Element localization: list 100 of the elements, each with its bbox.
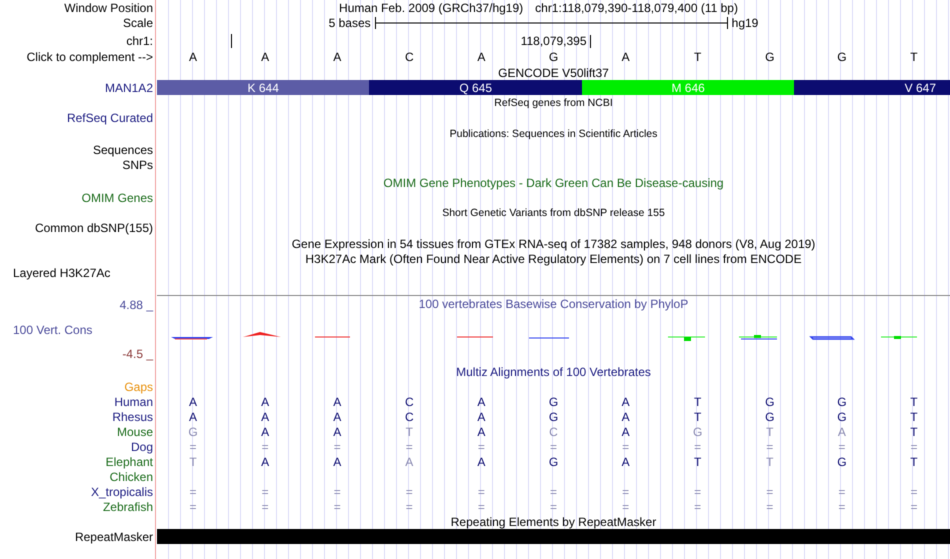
alignment-base: T: [406, 424, 413, 438]
alignment-base: =: [550, 440, 557, 454]
species-label: Zebrafish: [102, 500, 153, 514]
base-letter: G: [837, 50, 847, 64]
alignment-base: A: [477, 454, 486, 468]
repeat-bar[interactable]: [157, 529, 950, 544]
alignment-base: G: [548, 454, 558, 468]
alignment-base: T: [694, 394, 702, 408]
base-letter: T: [694, 50, 702, 64]
species-label: Dog: [130, 440, 153, 454]
track-title: OMIM Gene Phenotypes - Dark Green Can Be Disease-causing: [383, 176, 724, 190]
alignment-base: T: [694, 410, 702, 424]
base-letter: G: [765, 50, 774, 64]
alignment-base: G: [765, 394, 774, 408]
track-label[interactable]: RefSeq Curated: [66, 110, 153, 124]
track-title: Gene Expression in 54 tissues from GTEx RNA-seq of 17382 samples, 948 donors (V8, Aug 2019): [292, 236, 816, 250]
alignment-base: A: [189, 410, 198, 424]
alignment-base: G: [837, 410, 847, 424]
species-label: Elephant: [106, 454, 153, 468]
alignment-base: =: [406, 440, 413, 454]
gaps-label: Gaps: [124, 380, 153, 394]
alignment-base: T: [910, 394, 918, 408]
codon-block[interactable]: Q 645: [369, 80, 582, 95]
track-label[interactable]: Layered H3K27Ac: [13, 266, 110, 280]
alignment-base: =: [838, 500, 846, 514]
tick-mark: [590, 35, 591, 48]
codon-block[interactable]: K 644: [157, 80, 370, 95]
alignment-base: A: [622, 454, 630, 468]
alignment-base: A: [405, 454, 414, 468]
alignment-base: =: [622, 440, 630, 454]
alignment-base: =: [406, 500, 413, 514]
alignment-base: =: [838, 484, 846, 498]
base-letter: A: [333, 50, 342, 64]
alignment-base: G: [765, 410, 774, 424]
track-label[interactable]: Sequences: [92, 142, 153, 156]
assembly-title: Human Feb. 2009 (GRCh37/hg19): [339, 0, 524, 14]
alignment-base: =: [838, 440, 846, 454]
species-label: Chicken: [110, 470, 153, 484]
alignment-base: =: [190, 484, 197, 498]
track-title: RefSeq genes from NCBI: [494, 96, 613, 110]
alignment-base: A: [189, 394, 198, 408]
track-label: chr1:: [126, 34, 153, 48]
track-label[interactable]: SNPs: [122, 158, 153, 172]
base-letter: T: [910, 50, 918, 64]
position-text: chr1:118,079,390-118,079,400 (11 bp): [535, 0, 738, 14]
base-letter: C: [404, 50, 414, 64]
alignment-base: G: [837, 454, 847, 468]
track-label[interactable]: OMIM Genes: [82, 190, 153, 204]
alignment-base: =: [766, 500, 774, 514]
alignment-base: C: [404, 394, 414, 408]
alignment-base: T: [766, 424, 774, 438]
alignment-base: =: [694, 484, 702, 498]
base-letter: A: [189, 50, 198, 64]
alignment-base: T: [910, 424, 918, 438]
alignment-base: A: [333, 454, 342, 468]
alignment-base: G: [548, 410, 558, 424]
track-label[interactable]: Common dbSNP(155): [34, 221, 153, 235]
alignment-base: A: [622, 424, 630, 438]
axis-min-label: -4.5 _: [122, 347, 153, 361]
alignment-base: =: [334, 440, 341, 454]
alignment-base: T: [766, 454, 774, 468]
track-title: H3K27Ac Mark (Often Found Near Active Regulatory Elements) on 7 cell lines from ENCODE: [305, 252, 802, 266]
alignment-base: =: [910, 440, 918, 454]
alignment-base: A: [261, 454, 270, 468]
alignment-base: =: [766, 440, 774, 454]
alignment-base: =: [262, 484, 269, 498]
species-label: Rhesus: [112, 410, 153, 424]
track-label[interactable]: RepeatMasker: [74, 530, 153, 544]
alignment-base: A: [477, 410, 486, 424]
gene-label[interactable]: MAN1A2: [104, 80, 153, 94]
track-label[interactable]: 100 Vert. Cons: [0, 322, 92, 336]
alignment-base: =: [694, 440, 702, 454]
alignment-base: C: [404, 410, 414, 424]
alignment-base: A: [477, 394, 486, 408]
alignment-base: G: [188, 424, 198, 438]
base-letter: A: [622, 50, 630, 64]
track-title: Multiz Alignments of 100 Vertebrates: [456, 365, 651, 379]
track-title: GENCODE V50lift37: [498, 66, 609, 80]
alignment-base: A: [838, 424, 846, 438]
tick-mark: [231, 34, 232, 48]
alignment-base: A: [333, 410, 342, 424]
species-label: X_tropicalis: [90, 484, 153, 498]
alignment-base: =: [190, 440, 197, 454]
track-title: Repeating Elements by RepeatMasker: [450, 514, 656, 528]
base-letter: G: [548, 50, 558, 64]
assembly-label: hg19: [732, 16, 758, 30]
alignment-base: =: [478, 440, 485, 454]
alignment-base: =: [478, 500, 485, 514]
alignment-base: A: [261, 424, 270, 438]
complement-link[interactable]: Click to complement -->: [26, 50, 153, 64]
alignment-base: =: [694, 500, 702, 514]
codon-block[interactable]: V 647: [794, 80, 950, 95]
axis-max-label: 4.88 _: [120, 298, 153, 312]
alignment-base: =: [766, 484, 774, 498]
alignment-base: G: [548, 394, 558, 408]
alignment-base: =: [334, 484, 341, 498]
alignment-base: =: [550, 484, 557, 498]
scale-label: 5 bases: [328, 16, 371, 30]
track-label: Scale: [122, 16, 153, 30]
alignment-base: A: [333, 394, 342, 408]
